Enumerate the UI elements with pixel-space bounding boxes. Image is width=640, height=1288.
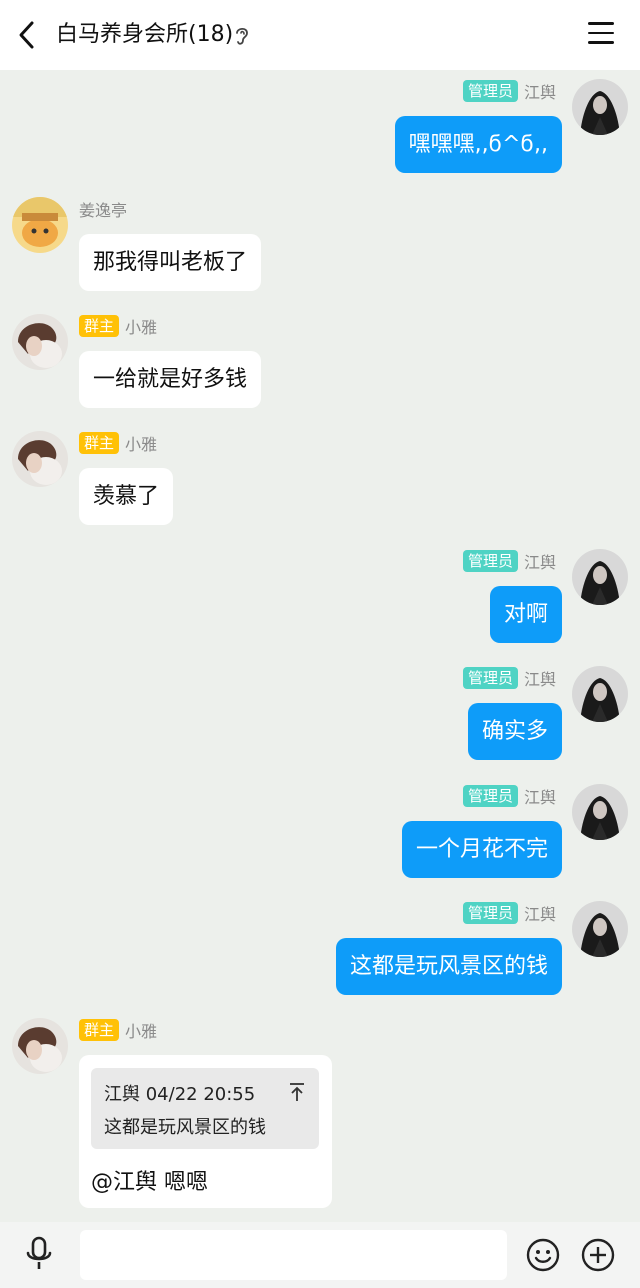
sender-name[interactable]: 姜逸亭 [79,197,127,221]
microphone-icon[interactable] [24,1236,54,1272]
chat-header: 白马养身会所(18) [0,0,640,70]
message-bubble[interactable]: 一个月花不完 [401,821,562,878]
sender-meta: 管理员 江舆 [462,79,556,103]
menu-icon[interactable] [588,22,614,46]
admin-badge: 管理员 [462,550,518,572]
admin-badge: 管理员 [462,667,518,689]
owner-badge: 群主 [79,315,120,337]
message-bubble[interactable]: 这都是玩风景区的钱 [335,938,562,995]
sender-name[interactable]: 小雅 [125,314,157,338]
avatar[interactable] [572,666,628,722]
ear-icon [233,25,251,47]
input-bar [0,1222,640,1288]
avatar[interactable] [12,197,68,253]
sender-name[interactable]: 江舆 [524,666,556,690]
sender-name[interactable]: 江舆 [524,79,556,103]
quoted-message[interactable]: 江舆 04/22 20:55 这都是玩风景区的钱 [91,1068,319,1149]
message-bubble[interactable]: 嘿嘿嘿,,ϭ^ϭ,, [394,116,562,173]
reply-text: @江舆 嗯嗯 [91,1170,208,1195]
sender-meta: 群主 小雅 [79,431,157,455]
plus-icon[interactable] [581,1238,615,1272]
message-bubble[interactable]: 确实多 [467,703,562,760]
message-input[interactable] [80,1230,507,1280]
message-bubble[interactable]: 对啊 [489,586,562,643]
owner-badge: 群主 [79,432,120,454]
sender-name[interactable]: 小雅 [125,431,157,455]
sender-name[interactable]: 江舆 [524,784,556,808]
quote-text: 这都是玩风景区的钱 [104,1117,266,1138]
sender-meta: 群主 小雅 [79,314,157,338]
sender-meta: 管理员 江舆 [462,549,556,573]
sender-name[interactable]: 小雅 [125,1018,157,1042]
sender-meta: 姜逸亭 [79,197,127,221]
avatar[interactable] [12,431,68,487]
chat-title[interactable]: 白马养身会所(18) [56,20,233,50]
emoji-icon[interactable] [526,1238,560,1272]
admin-badge: 管理员 [462,80,518,102]
avatar[interactable] [12,1018,68,1074]
avatar[interactable] [572,901,628,957]
avatar[interactable] [572,784,628,840]
avatar[interactable] [572,79,628,135]
avatar[interactable] [12,314,68,370]
sender-meta: 群主 小雅 [79,1018,157,1042]
sender-meta: 管理员 江舆 [462,901,556,925]
quote-header: 江舆 04/22 20:55 [104,1084,256,1105]
message-bubble[interactable]: 一给就是好多钱 [79,351,262,408]
sender-name[interactable]: 江舆 [524,549,556,573]
jump-to-top-icon[interactable] [289,1082,305,1102]
back-arrow-icon[interactable] [14,17,44,53]
owner-badge: 群主 [79,1019,120,1041]
sender-meta: 管理员 江舆 [462,666,556,690]
sender-name[interactable]: 江舆 [524,901,556,925]
admin-badge: 管理员 [462,785,518,807]
sender-meta: 管理员 江舆 [462,784,556,808]
avatar[interactable] [572,549,628,605]
message-bubble[interactable]: 羡慕了 [79,468,174,525]
admin-badge: 管理员 [462,902,518,924]
message-bubble[interactable]: 那我得叫老板了 [79,234,262,291]
message-bubble[interactable]: 江舆 04/22 20:55 这都是玩风景区的钱 @江舆 嗯嗯 [79,1055,332,1208]
